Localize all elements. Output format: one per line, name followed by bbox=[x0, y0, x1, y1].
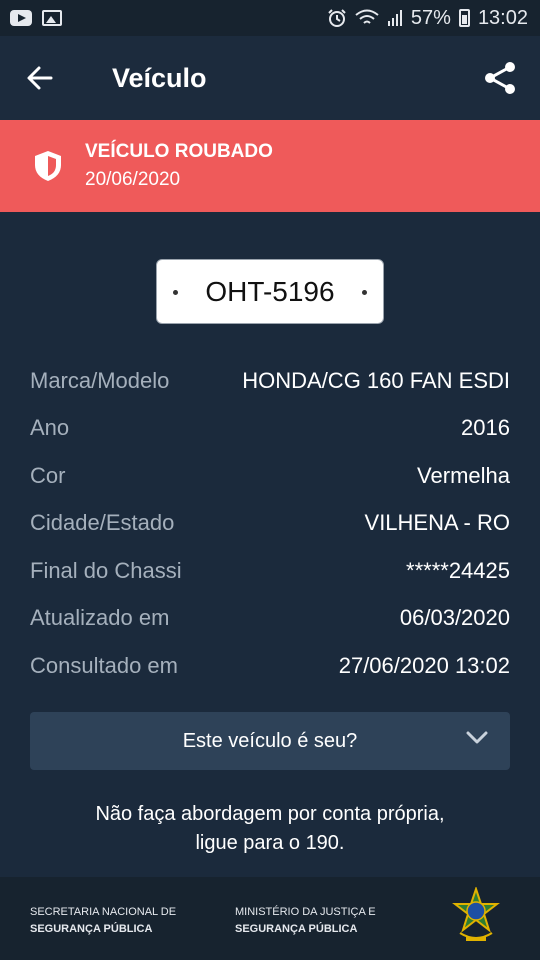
detail-label: Final do Chassi bbox=[30, 557, 182, 583]
youtube-notification-icon bbox=[10, 10, 32, 26]
page-title: Veículo bbox=[112, 62, 207, 93]
detail-row-color: Cor Vermelha bbox=[30, 452, 510, 500]
share-icon bbox=[485, 62, 515, 94]
detail-row-consulted: Consultado em 27/06/2020 13:02 bbox=[30, 642, 510, 690]
footer: SECRETARIA NACIONAL DE SEGURANÇA PÚBLICA… bbox=[0, 877, 540, 960]
accordion-label: Este veículo é seu? bbox=[182, 729, 358, 752]
signal-icon bbox=[387, 10, 402, 26]
alarm-icon bbox=[328, 9, 346, 27]
brazil-coat-of-arms-icon bbox=[452, 887, 500, 941]
warning-line: ligue para o 190. bbox=[195, 832, 345, 854]
plate-bolt-right bbox=[362, 290, 367, 295]
chevron-down-icon bbox=[466, 731, 488, 744]
detail-value: VILHENA - RO bbox=[364, 510, 510, 536]
org-ministry: MINISTÉRIO DA JUSTIÇA E SEGURANÇA PÚBLIC… bbox=[235, 904, 376, 938]
arrow-left-icon bbox=[27, 66, 53, 90]
vehicle-details: Marca/Modelo HONDA/CG 160 FAN ESDI Ano 2… bbox=[30, 357, 510, 690]
detail-value: 06/03/2020 bbox=[399, 605, 510, 631]
detail-value: Vermelha bbox=[417, 462, 510, 488]
battery-percent: 57% bbox=[410, 6, 451, 29]
status-notifications bbox=[10, 10, 62, 26]
detail-value: HONDA/CG 160 FAN ESDI bbox=[242, 367, 510, 393]
detail-row-model: Marca/Modelo HONDA/CG 160 FAN ESDI bbox=[30, 357, 510, 405]
shield-icon bbox=[35, 151, 61, 181]
safety-warning: Não faça abordagem por conta própria, li… bbox=[0, 800, 540, 858]
wifi-icon bbox=[355, 9, 379, 24]
license-plate: OHT-5196 bbox=[156, 259, 384, 324]
detail-value: 2016 bbox=[461, 415, 510, 441]
org-name-line: SEGURANÇA PÚBLICA bbox=[30, 923, 153, 935]
plate-number: OHT-5196 bbox=[205, 275, 335, 307]
battery-icon bbox=[458, 9, 470, 27]
detail-row-city: Cidade/Estado VILHENA - RO bbox=[30, 500, 510, 548]
detail-label: Marca/Modelo bbox=[30, 367, 170, 393]
detail-label: Atualizado em bbox=[30, 605, 170, 631]
status-bar: 57% 13:02 bbox=[0, 0, 540, 36]
back-button[interactable] bbox=[0, 36, 80, 120]
detail-row-year: Ano 2016 bbox=[30, 405, 510, 453]
detail-value: *****24425 bbox=[406, 557, 510, 583]
image-notification-icon bbox=[42, 10, 62, 26]
detail-row-chassis: Final do Chassi *****24425 bbox=[30, 547, 510, 595]
detail-value: 27/06/2020 13:02 bbox=[338, 652, 510, 678]
warning-line: Não faça abordagem por conta própria, bbox=[95, 803, 445, 825]
plate-bolt-left bbox=[173, 290, 178, 295]
ownership-accordion[interactable]: Este veículo é seu? bbox=[30, 712, 510, 770]
clock: 13:02 bbox=[477, 6, 528, 29]
detail-row-updated: Atualizado em 06/03/2020 bbox=[30, 595, 510, 643]
alert-title: VEÍCULO ROUBADO bbox=[85, 141, 273, 162]
detail-label: Ano bbox=[30, 415, 70, 441]
org-name-line: SEGURANÇA PÚBLICA bbox=[235, 923, 358, 935]
org-name-line: MINISTÉRIO DA JUSTIÇA E bbox=[235, 906, 376, 918]
status-system: 57% 13:02 bbox=[327, 7, 528, 30]
detail-label: Consultado em bbox=[30, 652, 178, 678]
alert-text: VEÍCULO ROUBADO 20/06/2020 bbox=[85, 141, 273, 191]
org-senasp: SECRETARIA NACIONAL DE SEGURANÇA PÚBLICA bbox=[30, 904, 176, 938]
stolen-alert-banner: VEÍCULO ROUBADO 20/06/2020 bbox=[0, 120, 540, 212]
detail-label: Cor bbox=[30, 462, 66, 488]
share-button[interactable] bbox=[460, 36, 540, 120]
detail-label: Cidade/Estado bbox=[30, 510, 175, 536]
org-name-line: SECRETARIA NACIONAL DE bbox=[30, 906, 177, 918]
alert-date: 20/06/2020 bbox=[85, 169, 181, 190]
app-bar: Veículo bbox=[0, 36, 540, 120]
